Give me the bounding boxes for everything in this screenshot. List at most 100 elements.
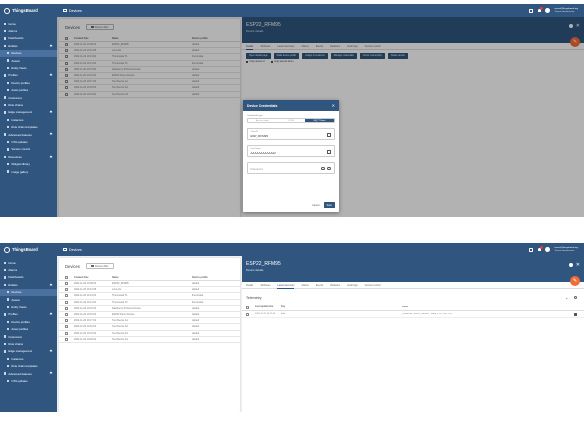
select-all-checkbox[interactable]	[65, 275, 68, 279]
tab-latest-telemetry[interactable]: Latest telemetry	[277, 282, 295, 289]
sidebar-item-devices[interactable]: Devices	[0, 49, 57, 57]
type-x509[interactable]: X.509	[277, 119, 306, 122]
select-all-checkbox[interactable]	[246, 305, 249, 309]
sidebar-item-profiles[interactable]: Profiles	[0, 311, 57, 318]
sidebar-item-version-control[interactable]: Version control	[0, 146, 57, 153]
table-row[interactable]: 2024-11-20 10:20:02 Test Device A4 default	[59, 337, 240, 343]
sidebar-item-resources[interactable]: Resources	[0, 153, 57, 160]
sidebar-item-image-gallery[interactable]: Image gallery	[0, 168, 57, 175]
type-access-token[interactable]: Access token	[248, 119, 277, 122]
brand-logo[interactable]: ThingsBoard	[0, 4, 57, 17]
column-key[interactable]: Key	[281, 306, 402, 308]
notifications-icon[interactable]	[537, 245, 544, 252]
column-last-update-time[interactable]: Last update time	[255, 306, 281, 308]
column-device-profile[interactable]: Device profile	[192, 276, 232, 279]
cancel-button[interactable]: Cancel	[312, 204, 319, 207]
sidebar-item-customers[interactable]: Customers	[0, 333, 57, 340]
avatar[interactable]	[545, 8, 551, 13]
brand-logo[interactable]: ThingsBoard	[0, 243, 57, 256]
column-value[interactable]: Value	[402, 306, 522, 308]
close-icon[interactable]: ✕	[576, 262, 580, 268]
sidebar-item-entities[interactable]: Entities	[0, 281, 57, 288]
sidebar-item-dashboards[interactable]: Dashboards	[0, 35, 57, 42]
column-name[interactable]: Name	[112, 276, 192, 279]
sidebar-item-rule-chains[interactable]: Rule chains	[0, 340, 57, 347]
sidebar-item-entity-views[interactable]: Entity Views	[0, 303, 57, 310]
sidebar-item-edge-management[interactable]: Edge management	[0, 348, 57, 355]
save-button[interactable]: Save	[323, 202, 335, 208]
device-filter-button[interactable]: Device filter	[85, 263, 114, 269]
sidebar-item-entities[interactable]: Entities	[0, 42, 57, 49]
sidebar-item-advanced-features[interactable]: Advanced features	[0, 131, 57, 138]
edit-fab-button[interactable]: ✎	[570, 276, 580, 286]
visibility-icon[interactable]	[321, 167, 325, 170]
tab-audit-logs[interactable]: Audit logs	[347, 284, 358, 287]
row-checkbox[interactable]	[65, 337, 68, 341]
tab-details[interactable]: Details	[246, 284, 253, 287]
copy-icon[interactable]	[327, 149, 331, 154]
sidebar-item-customers[interactable]: Customers	[0, 94, 57, 101]
notifications-icon[interactable]	[537, 6, 544, 13]
tab-alarms[interactable]: Alarms	[301, 284, 308, 287]
row-checkbox[interactable]	[65, 300, 68, 304]
sidebar-item-home[interactable]: Home	[0, 20, 57, 27]
user-info[interactable]: tenant@thingsboard.org Tenant administra…	[554, 8, 578, 13]
row-checkbox[interactable]	[65, 319, 68, 323]
sidebar-item-asset-profiles[interactable]: Asset profiles	[0, 87, 57, 94]
close-icon[interactable]: ✕	[332, 103, 335, 108]
username-field[interactable]: User Name AAAAAAAAAAA22	[247, 145, 335, 157]
breadcrumb-devices[interactable]: Devices	[69, 248, 82, 252]
sidebar-item-ota-updates[interactable]: OTA updates	[0, 138, 57, 145]
sidebar-item-widgets-library[interactable]: Widgets library	[0, 160, 57, 167]
fullscreen-icon[interactable]	[529, 247, 534, 252]
row-checkbox[interactable]	[246, 312, 249, 316]
sidebar-item-dashboards[interactable]: Dashboards	[0, 274, 57, 281]
sidebar-item-instances[interactable]: Instances	[0, 355, 57, 362]
sidebar-item-instances[interactable]: Instances	[0, 116, 57, 123]
fullscreen-icon[interactable]	[529, 8, 534, 13]
sidebar-item-assets[interactable]: Assets	[0, 296, 57, 303]
tab-events[interactable]: Events	[316, 284, 323, 287]
row-checkbox[interactable]	[65, 282, 68, 286]
sidebar-item-rule-chains[interactable]: Rule chains	[0, 101, 57, 108]
sidebar-item-alarms[interactable]: Alarms	[0, 27, 57, 34]
sidebar-item-rule-chain-templates[interactable]: Rule chain templates	[0, 123, 57, 130]
sidebar-item-profiles[interactable]: Profiles	[0, 72, 57, 79]
sidebar-item-alarms[interactable]: Alarms	[0, 266, 57, 273]
help-icon[interactable]	[569, 263, 573, 267]
sidebar-item-devices[interactable]: Devices	[0, 288, 57, 296]
type-mqtt-basic[interactable]: MQTT Basic	[305, 119, 335, 122]
row-checkbox[interactable]	[65, 306, 68, 310]
tab-version-control[interactable]: Version control	[365, 284, 381, 287]
sidebar-item-home[interactable]: Home	[0, 259, 57, 266]
generate-password-icon[interactable]	[327, 166, 331, 171]
add-icon[interactable]: +	[566, 296, 568, 301]
sidebar-item-asset-profiles[interactable]: Asset profiles	[0, 326, 57, 333]
user-info[interactable]: tenant@thingsboard.org Tenant administra…	[554, 247, 578, 252]
search-icon[interactable]	[574, 296, 577, 299]
sidebar-item-device-profiles[interactable]: Device profiles	[0, 79, 57, 86]
delete-icon[interactable]	[574, 313, 577, 317]
tab-relations[interactable]: Relations	[330, 284, 340, 287]
row-checkbox[interactable]	[65, 313, 68, 317]
sidebar-item-rule-chain-templates[interactable]: Rule chain templates	[0, 362, 57, 369]
copy-icon[interactable]	[327, 132, 331, 137]
sidebar-item-assets[interactable]: Assets	[0, 57, 57, 64]
column-created-time[interactable]: Created time	[74, 276, 112, 279]
client-id-field[interactable]: Client ID ESP_RFM95	[247, 128, 335, 140]
table-row[interactable]: 2024-11-21 16:17:24 data {"deviceId":"ES…	[242, 311, 584, 318]
row-checkbox[interactable]	[65, 331, 68, 335]
template-icon	[7, 125, 10, 129]
sidebar-item-entity-views[interactable]: Entity Views	[0, 64, 57, 71]
avatar[interactable]	[545, 247, 551, 252]
breadcrumb-devices[interactable]: Devices	[69, 9, 82, 13]
row-checkbox[interactable]	[65, 294, 68, 298]
sidebar-item-device-profiles[interactable]: Device profiles	[0, 318, 57, 325]
sidebar-item-advanced-features[interactable]: Advanced features	[0, 370, 57, 377]
row-checkbox[interactable]	[65, 325, 68, 329]
password-field[interactable]: Password	[247, 162, 335, 174]
row-checkbox[interactable]	[65, 288, 68, 292]
sidebar-item-ota-updates[interactable]: OTA updates	[0, 377, 57, 384]
sidebar-item-edge-management[interactable]: Edge management	[0, 109, 57, 116]
tab-attributes[interactable]: Attributes	[260, 284, 270, 287]
